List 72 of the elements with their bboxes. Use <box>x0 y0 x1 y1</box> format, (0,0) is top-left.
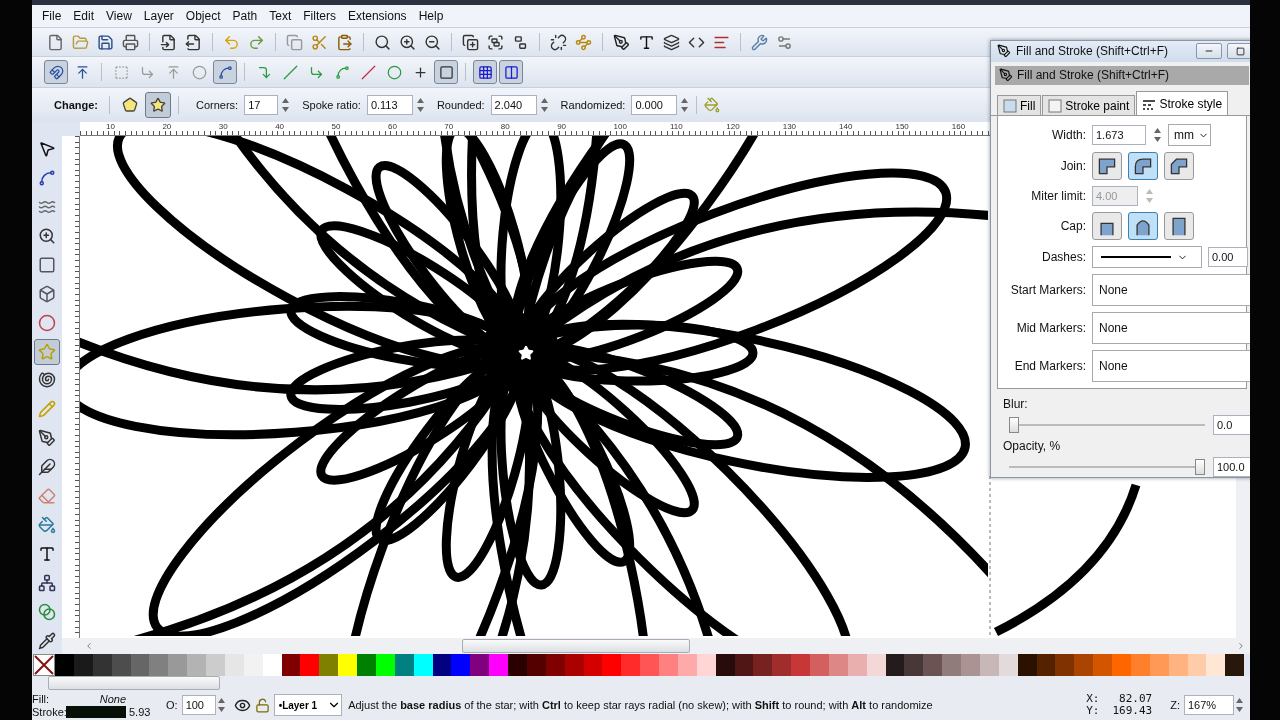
menu-item[interactable]: View <box>100 9 138 23</box>
join-label: Join: <box>1059 159 1086 173</box>
markers-label: Mid Markers: <box>1015 321 1086 335</box>
dialog-title: Fill and Stroke (Shift+Ctrl+F) <box>1016 44 1170 59</box>
change-label: Change: <box>54 99 98 111</box>
field-label: Randomized: <box>560 99 626 111</box>
dash-offset-field[interactable]: 0.00 <box>1208 247 1248 267</box>
menu-item[interactable]: Help <box>412 9 450 23</box>
ruler-label: 100 <box>613 122 628 133</box>
ruler-label: 30 <box>218 122 229 133</box>
markers-dropdown[interactable]: None <box>1092 274 1250 306</box>
ruler-label: 140 <box>839 122 854 133</box>
width-label: Width: <box>1051 128 1086 142</box>
ruler-label: 50 <box>331 122 342 133</box>
fill-value: None <box>98 692 126 705</box>
menu-item[interactable]: Edit <box>67 9 101 23</box>
markers-dropdown[interactable]: None <box>1092 350 1250 382</box>
x-value: 82.07 <box>1118 693 1153 705</box>
opacity-label: Opacity, % <box>1003 439 1062 453</box>
menu-item[interactable]: Filters <box>297 9 342 23</box>
dashes-label: Dashes: <box>1040 250 1086 264</box>
cap-label: Cap: <box>1059 219 1086 233</box>
width-field[interactable]: 1.673 <box>1092 125 1146 145</box>
zoom-label: Z: <box>1170 699 1180 711</box>
y-value: 169.43 <box>1111 705 1153 717</box>
ruler-label: 70 <box>444 122 455 133</box>
status-message: Adjust the base radius of the star; with Ctrl to keep star rays radial (no skew); with Shift to round; with Alt to randomize <box>348 699 934 711</box>
ruler-label: 90 <box>557 122 568 133</box>
ruler-label: 60 <box>387 122 398 133</box>
tab[interactable]: Stroke paint <box>1042 95 1136 115</box>
panel-header: Fill and Stroke (Shift+Ctrl+F) <box>1017 68 1170 83</box>
stroke-width: 5.93 <box>128 705 152 718</box>
tab[interactable]: Fill <box>997 95 1042 115</box>
ruler-label: 110 <box>669 122 684 133</box>
menu-item[interactable]: Path <box>226 9 264 23</box>
number-field[interactable]: 0.000 <box>631 95 678 115</box>
field-label: Corners: <box>196 99 239 111</box>
ruler-label: 150 <box>895 122 910 133</box>
number-field[interactable]: 17 <box>244 95 279 115</box>
markers-label: Start Markers: <box>1009 283 1086 297</box>
ruler-label: 10 <box>106 122 116 133</box>
blur-field[interactable]: 0.0 <box>1213 415 1250 435</box>
ruler-label: 130 <box>782 122 798 133</box>
y-label: Y: <box>1086 705 1101 717</box>
menu-item[interactable]: Text <box>263 9 298 23</box>
zoom-field[interactable]: 167% <box>1184 695 1234 715</box>
layer-dropdown[interactable]: •Layer 1 <box>273 694 343 716</box>
menu-item[interactable]: Extensions <box>341 9 413 23</box>
ruler-label: 40 <box>275 122 286 133</box>
ruler-label: 160 <box>951 122 967 133</box>
blur-label: Blur: <box>1003 397 1029 411</box>
opacity-label: O: <box>166 699 178 711</box>
menu-item[interactable]: Object <box>179 9 227 23</box>
ruler-label: 20 <box>162 122 173 133</box>
opacity-field[interactable]: 100 <box>181 695 216 715</box>
field-label: Rounded: <box>436 99 485 111</box>
menu-item[interactable]: Layer <box>137 9 180 23</box>
tab[interactable]: Stroke style <box>1136 91 1229 115</box>
unit-dropdown[interactable]: mm <box>1168 124 1211 146</box>
menu-item[interactable]: File <box>36 9 68 23</box>
field-label: Spoke ratio: <box>302 99 361 111</box>
ruler-label: 120 <box>726 122 741 133</box>
opacity-field[interactable]: 100.0 <box>1213 457 1250 477</box>
x-label: X: <box>1086 693 1101 705</box>
ruler-label: 80 <box>500 122 511 133</box>
fill-label: Fill: <box>32 692 51 705</box>
number-field[interactable]: 2.040 <box>490 95 537 115</box>
markers-dropdown[interactable]: None <box>1092 312 1250 344</box>
number-field[interactable]: 0.113 <box>366 95 413 115</box>
markers-label: End Markers: <box>1013 359 1086 373</box>
miter-limit-label: Miter limit: <box>1030 189 1086 203</box>
stroke-label: Stroke: <box>32 705 66 718</box>
